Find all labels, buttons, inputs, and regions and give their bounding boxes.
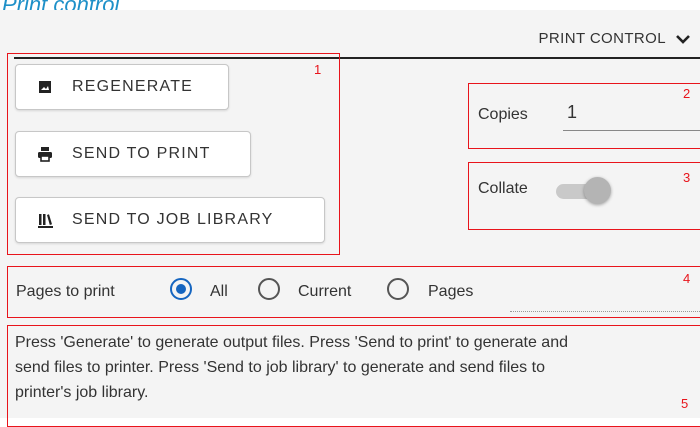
regenerate-button[interactable]: REGENERATE	[15, 64, 229, 110]
info-text: Press 'Generate' to generate output file…	[15, 330, 700, 405]
send-to-job-library-button[interactable]: SEND TO JOB LIBRARY	[15, 197, 325, 243]
info-line-2: send files to printer. Press 'Send to jo…	[15, 359, 545, 376]
printer-icon	[36, 145, 54, 163]
info-line-1: Press 'Generate' to generate output file…	[15, 334, 568, 351]
radio-pages[interactable]	[387, 278, 409, 300]
send-to-print-button[interactable]: SEND TO PRINT	[15, 131, 251, 177]
header-title-wrap[interactable]: PRINT CONTROL	[539, 30, 690, 48]
annotation-number-4: 4	[683, 271, 691, 286]
collate-toggle[interactable]	[552, 177, 611, 205]
radio-current[interactable]	[258, 278, 280, 300]
send-to-print-label: SEND TO PRINT	[72, 145, 211, 162]
radio-all[interactable]	[170, 278, 192, 300]
annotation-number-2: 2	[683, 86, 691, 101]
collate-toggle-thumb[interactable]	[584, 177, 611, 204]
print-control-title: PRINT CONTROL	[538, 30, 666, 47]
pages-to-print-label: Pages to print	[16, 283, 115, 300]
copies-input[interactable]: 1	[567, 102, 577, 123]
radio-pages-label[interactable]: Pages	[428, 283, 473, 301]
copies-input-underline	[563, 130, 700, 131]
copies-label: Copies	[478, 106, 528, 123]
image-icon	[36, 78, 54, 96]
collate-label: Collate	[478, 180, 528, 197]
pages-range-input[interactable]	[510, 311, 700, 312]
radio-all-label[interactable]: All	[210, 283, 228, 301]
info-line-3: printer's job library.	[15, 384, 149, 401]
send-to-job-library-label: SEND TO JOB LIBRARY	[72, 211, 274, 228]
annotation-number-3: 3	[683, 170, 691, 185]
annotation-number-1: 1	[314, 62, 322, 77]
radio-current-label[interactable]: Current	[298, 283, 351, 301]
library-icon	[36, 211, 54, 229]
chevron-down-icon[interactable]	[676, 31, 690, 48]
regenerate-label: REGENERATE	[72, 78, 194, 95]
